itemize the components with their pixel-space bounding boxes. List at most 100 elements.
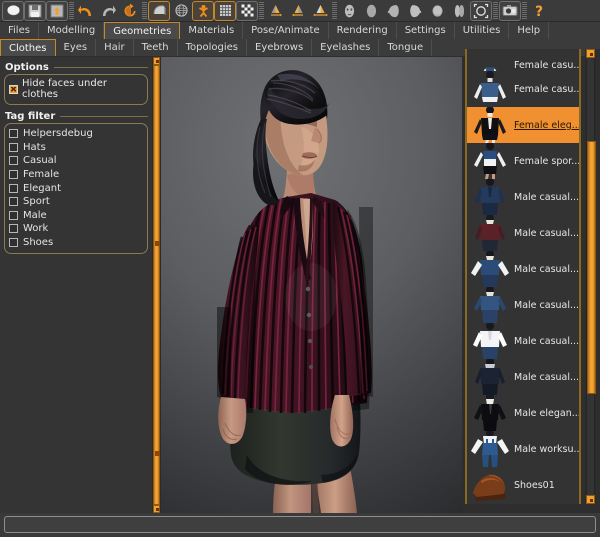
wireframe-icon[interactable] bbox=[170, 1, 192, 21]
human-figure-render bbox=[217, 70, 373, 513]
tab-pose-animate[interactable]: Pose/Animate bbox=[243, 22, 329, 39]
list-item[interactable]: Male worksu... bbox=[467, 431, 579, 467]
tab-hair[interactable]: Hair bbox=[96, 39, 134, 56]
new-icon[interactable] bbox=[2, 0, 24, 21]
tag-filter-helpersdebug[interactable]: Helpersdebug bbox=[9, 127, 143, 141]
list-item-selected[interactable]: Female eleg... bbox=[467, 107, 579, 143]
view-bottom-icon[interactable] bbox=[448, 1, 470, 21]
scroll-up-button[interactable] bbox=[586, 49, 595, 58]
list-item[interactable]: Male casual... bbox=[467, 323, 579, 359]
list-item[interactable]: Female spor... bbox=[467, 143, 579, 179]
splitter-grip[interactable] bbox=[155, 451, 160, 457]
tag-filter-elegant[interactable]: Elegant bbox=[9, 181, 143, 195]
background-icon[interactable] bbox=[236, 0, 258, 21]
load-icon[interactable] bbox=[46, 0, 68, 21]
clothes-list-scrollbar[interactable] bbox=[585, 49, 596, 504]
checkbox-box-icon[interactable] bbox=[9, 210, 18, 220]
checkbox-box-icon[interactable] bbox=[9, 129, 18, 139]
scrollbar-thumb[interactable] bbox=[587, 141, 596, 395]
list-item[interactable]: Male casual... bbox=[467, 215, 579, 251]
list-item-label: Male worksu... bbox=[514, 443, 579, 455]
makehuman-window: ? Files Modelling Geometries Materials P… bbox=[0, 0, 600, 537]
undo-icon[interactable] bbox=[75, 1, 97, 21]
smooth-shading-icon[interactable] bbox=[148, 0, 170, 21]
scroll-down-button[interactable] bbox=[586, 495, 595, 504]
symmetry-left-icon[interactable] bbox=[265, 1, 287, 21]
splitter-handle-top[interactable] bbox=[153, 57, 160, 65]
tab-topologies[interactable]: Topologies bbox=[178, 39, 248, 56]
list-item[interactable]: Female casu... bbox=[467, 49, 579, 71]
tab-settings[interactable]: Settings bbox=[397, 22, 455, 39]
checkbox-box-icon[interactable] bbox=[9, 84, 18, 94]
3d-viewport[interactable] bbox=[161, 57, 462, 513]
tab-materials[interactable]: Materials bbox=[180, 22, 244, 39]
checkbox-box-icon[interactable] bbox=[9, 224, 18, 234]
splitter-grip[interactable] bbox=[155, 241, 160, 247]
list-item[interactable]: Male casual... bbox=[467, 359, 579, 395]
help-icon[interactable]: ? bbox=[528, 1, 550, 21]
tab-rendering[interactable]: Rendering bbox=[329, 22, 397, 39]
tag-filter-hats[interactable]: Hats bbox=[9, 141, 143, 155]
list-item[interactable]: Male casual... bbox=[467, 179, 579, 215]
list-item[interactable]: Male elegan... bbox=[467, 395, 579, 431]
symmetry-right-icon[interactable] bbox=[287, 1, 309, 21]
reset-mesh-icon[interactable] bbox=[119, 1, 141, 21]
tab-tongue[interactable]: Tongue bbox=[379, 39, 433, 56]
save-icon[interactable] bbox=[24, 0, 46, 21]
list-item-label: Male elegan... bbox=[514, 407, 579, 419]
tag-filter-work[interactable]: Work bbox=[9, 222, 143, 236]
tab-eyelashes[interactable]: Eyelashes bbox=[312, 39, 380, 56]
toolbar-separator bbox=[522, 1, 527, 20]
tab-utilities[interactable]: Utilities bbox=[455, 22, 510, 39]
tab-geometries[interactable]: Geometries bbox=[104, 22, 181, 39]
grab-screen-icon[interactable] bbox=[499, 0, 521, 21]
view-back-icon[interactable] bbox=[360, 1, 382, 21]
viewport-canvas[interactable] bbox=[161, 57, 462, 513]
thumbnail-male-casual bbox=[469, 287, 511, 323]
list-item[interactable]: Female casu... bbox=[467, 71, 579, 107]
redo-icon[interactable] bbox=[97, 1, 119, 21]
tab-eyebrows[interactable]: Eyebrows bbox=[247, 39, 313, 56]
splitter-track[interactable] bbox=[153, 65, 160, 505]
view-right-icon[interactable] bbox=[404, 1, 426, 21]
left-panel-splitter[interactable] bbox=[152, 57, 161, 513]
reset-camera-icon[interactable] bbox=[470, 0, 492, 21]
view-top-icon[interactable] bbox=[426, 1, 448, 21]
tag-label: Work bbox=[23, 223, 49, 235]
tab-eyes[interactable]: Eyes bbox=[56, 39, 97, 56]
thumbnail-male-casual bbox=[469, 251, 511, 287]
tag-filter-shoes[interactable]: Shoes bbox=[9, 236, 143, 250]
tab-clothes[interactable]: Clothes bbox=[0, 39, 56, 56]
scrollbar-track[interactable] bbox=[586, 58, 596, 495]
checkbox-box-icon[interactable] bbox=[9, 183, 18, 193]
symmetry-both-icon[interactable] bbox=[309, 1, 331, 21]
tag-filter-male[interactable]: Male bbox=[9, 209, 143, 223]
main-toolbar: ? bbox=[0, 0, 600, 22]
list-item-label: Male casual... bbox=[514, 335, 579, 347]
checkbox-box-icon[interactable] bbox=[9, 170, 18, 180]
tab-modelling[interactable]: Modelling bbox=[39, 22, 105, 39]
checkbox-box-icon[interactable] bbox=[9, 238, 18, 248]
list-item[interactable]: Shoes01 bbox=[467, 467, 579, 503]
view-left-icon[interactable] bbox=[382, 1, 404, 21]
subdivide-icon[interactable] bbox=[192, 0, 214, 21]
checkbox-hide-faces-under-clothes[interactable]: Hide faces under clothes bbox=[9, 78, 143, 100]
checkbox-box-icon[interactable] bbox=[9, 156, 18, 166]
checkbox-box-icon[interactable] bbox=[9, 142, 18, 152]
thumbnail-male-casual bbox=[469, 323, 511, 359]
list-item[interactable]: Male casual... bbox=[467, 287, 579, 323]
grid-icon[interactable] bbox=[214, 0, 236, 21]
tag-filter-female[interactable]: Female bbox=[9, 168, 143, 182]
tab-help[interactable]: Help bbox=[509, 22, 550, 39]
tag-filter-casual[interactable]: Casual bbox=[9, 154, 143, 168]
thumbnail-female-casual bbox=[469, 71, 511, 107]
view-front-icon[interactable] bbox=[338, 1, 360, 21]
tag-filter-sport[interactable]: Sport bbox=[9, 195, 143, 209]
tab-files[interactable]: Files bbox=[0, 22, 39, 39]
tab-teeth[interactable]: Teeth bbox=[134, 39, 178, 56]
checkbox-box-icon[interactable] bbox=[9, 197, 18, 207]
clothes-list[interactable]: Female casu... Female casu... Female ele… bbox=[467, 49, 579, 503]
status-bar bbox=[0, 513, 600, 537]
splitter-handle-bottom[interactable] bbox=[153, 505, 160, 513]
list-item[interactable]: Male casual... bbox=[467, 251, 579, 287]
